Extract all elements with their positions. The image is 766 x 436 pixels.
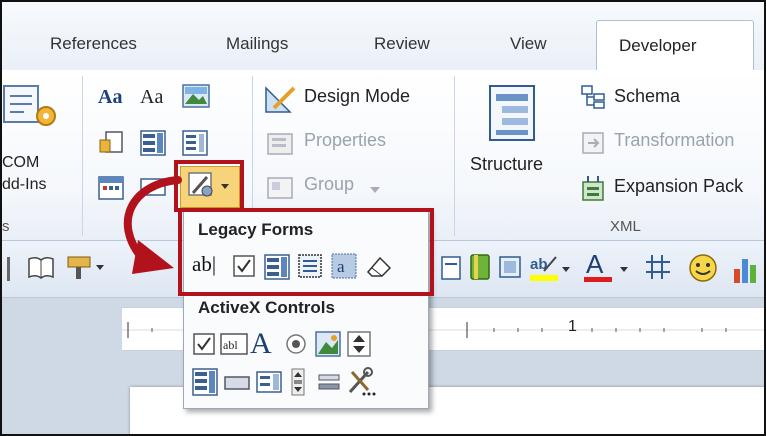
format-painter-icon[interactable] bbox=[64, 253, 106, 288]
frame-icon[interactable] bbox=[498, 255, 522, 284]
book-icon[interactable] bbox=[26, 255, 56, 286]
activex-listbox-button[interactable] bbox=[192, 368, 218, 401]
combo-box-control-icon[interactable] bbox=[140, 130, 166, 161]
font-color-icon[interactable]: A bbox=[582, 249, 632, 290]
properties-button[interactable]: Properties bbox=[304, 130, 386, 151]
highlight-icon[interactable]: ab bbox=[528, 251, 572, 290]
ribbon-tab-bar: References Mailings Review View Develope… bbox=[2, 2, 764, 71]
tab-review[interactable]: Review bbox=[374, 34, 430, 54]
transformation-icon bbox=[580, 130, 606, 161]
group-icon bbox=[266, 174, 296, 205]
activex-label-button[interactable]: A bbox=[248, 326, 278, 366]
tab-mailings[interactable]: Mailings bbox=[226, 34, 288, 54]
tab-view[interactable]: View bbox=[510, 34, 547, 54]
more-controls-button[interactable] bbox=[344, 366, 376, 403]
tab-developer[interactable]: Developer bbox=[596, 20, 754, 70]
design-mode-button[interactable]: Design Mode bbox=[304, 86, 410, 107]
com-addins-label-2: dd-Ins bbox=[2, 176, 47, 193]
rich-text-control-button[interactable]: Aa bbox=[98, 86, 122, 109]
smiley-icon[interactable] bbox=[688, 253, 718, 288]
schema-button[interactable]: Schema bbox=[614, 86, 680, 107]
svg-text:abl: abl bbox=[223, 338, 238, 352]
addins-group-label: s bbox=[2, 218, 10, 235]
structure-button[interactable]: Structure bbox=[470, 154, 543, 175]
group-chevron-icon bbox=[370, 182, 380, 200]
chart-icon[interactable] bbox=[732, 251, 762, 290]
properties-icon bbox=[266, 130, 296, 161]
com-addins-label-1: COM bbox=[2, 154, 40, 171]
grid-icon[interactable] bbox=[644, 253, 672, 286]
book-green-icon[interactable] bbox=[468, 253, 492, 286]
building-block-icon[interactable] bbox=[98, 130, 124, 161]
expansion-pack-icon[interactable] bbox=[580, 174, 606, 207]
plain-text-control-button[interactable]: Aa bbox=[140, 86, 163, 109]
svg-text:A: A bbox=[586, 249, 604, 279]
toolbar-separator-icon bbox=[6, 257, 12, 286]
legacy-forms-highlight bbox=[178, 208, 434, 296]
activex-textbox-button[interactable]: abl bbox=[220, 332, 248, 361]
svg-text:A: A bbox=[250, 327, 272, 358]
com-addins-icon[interactable] bbox=[2, 84, 62, 135]
picture-control-icon[interactable] bbox=[182, 84, 210, 113]
activex-image-button[interactable] bbox=[314, 330, 342, 363]
activex-toggle-button[interactable] bbox=[316, 370, 342, 399]
tab-references[interactable]: References bbox=[50, 34, 137, 54]
expansion-pack-button[interactable]: Expansion Pack bbox=[614, 176, 743, 197]
activex-checkbox-button[interactable] bbox=[192, 332, 216, 361]
group-separator bbox=[82, 76, 83, 236]
group-separator bbox=[454, 76, 455, 236]
group-button[interactable]: Group bbox=[304, 174, 354, 195]
document-icon[interactable] bbox=[440, 255, 462, 286]
activex-command-button[interactable] bbox=[224, 376, 250, 395]
schema-icon[interactable] bbox=[580, 84, 606, 115]
red-arrow-icon bbox=[123, 176, 182, 274]
xml-group-label: XML bbox=[610, 218, 641, 235]
activex-scrollbar-button[interactable] bbox=[288, 368, 308, 401]
transformation-button[interactable]: Transformation bbox=[614, 130, 734, 151]
activex-option-button[interactable] bbox=[284, 332, 308, 361]
ruler-mark-label: 1 bbox=[568, 318, 577, 335]
word-window: References Mailings Review View Develope… bbox=[0, 0, 766, 436]
activex-spin-button[interactable] bbox=[346, 330, 372, 363]
dropdown-list-control-icon[interactable] bbox=[182, 130, 208, 161]
activex-controls-label: ActiveX Controls bbox=[198, 298, 335, 317]
design-mode-icon[interactable] bbox=[264, 84, 296, 119]
activex-combobox-button[interactable] bbox=[256, 368, 282, 401]
structure-icon[interactable] bbox=[486, 84, 540, 149]
